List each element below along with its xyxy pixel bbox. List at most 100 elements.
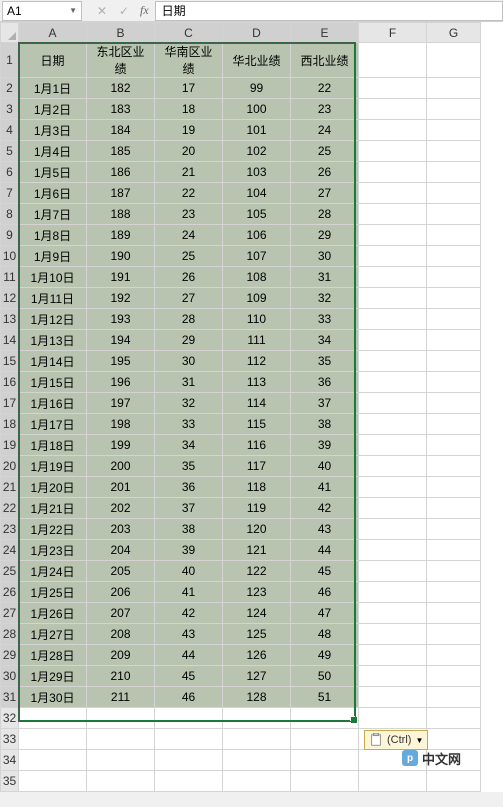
cell[interactable]: 49 xyxy=(291,645,359,666)
cell[interactable] xyxy=(427,267,481,288)
cell[interactable]: 26 xyxy=(155,267,223,288)
cell[interactable]: 1月22日 xyxy=(19,519,87,540)
cell[interactable] xyxy=(427,666,481,687)
cell[interactable]: 23 xyxy=(291,99,359,120)
cell[interactable] xyxy=(427,225,481,246)
cell[interactable]: 45 xyxy=(291,561,359,582)
cell[interactable]: 199 xyxy=(87,435,155,456)
cell[interactable]: 18 xyxy=(155,99,223,120)
row-header[interactable]: 24 xyxy=(1,540,19,561)
cell[interactable] xyxy=(427,309,481,330)
cell[interactable]: 37 xyxy=(155,498,223,519)
cell[interactable] xyxy=(19,750,87,771)
cell[interactable] xyxy=(427,561,481,582)
cell[interactable]: 187 xyxy=(87,183,155,204)
name-box[interactable]: A1 ▼ xyxy=(2,1,82,21)
cell[interactable]: 43 xyxy=(291,519,359,540)
cell[interactable]: 186 xyxy=(87,162,155,183)
cell[interactable] xyxy=(359,498,427,519)
cell[interactable] xyxy=(359,43,427,78)
cell[interactable] xyxy=(359,624,427,645)
select-all-corner[interactable] xyxy=(1,23,19,43)
cell[interactable]: 32 xyxy=(155,393,223,414)
cell[interactable] xyxy=(87,729,155,750)
cell[interactable]: 111 xyxy=(223,330,291,351)
cell[interactable]: 103 xyxy=(223,162,291,183)
cell[interactable] xyxy=(427,771,481,792)
cell[interactable]: 27 xyxy=(291,183,359,204)
cell[interactable]: 40 xyxy=(291,456,359,477)
cell[interactable]: 39 xyxy=(291,435,359,456)
cell[interactable] xyxy=(427,141,481,162)
cell[interactable]: 1月16日 xyxy=(19,393,87,414)
cell[interactable]: 1月2日 xyxy=(19,99,87,120)
cell[interactable]: 1月4日 xyxy=(19,141,87,162)
row-header[interactable]: 14 xyxy=(1,330,19,351)
row-header[interactable]: 30 xyxy=(1,666,19,687)
cell[interactable] xyxy=(427,435,481,456)
cell[interactable] xyxy=(359,351,427,372)
cell[interactable]: 127 xyxy=(223,666,291,687)
cell[interactable]: 101 xyxy=(223,120,291,141)
cell[interactable]: 华北业绩 xyxy=(223,43,291,78)
cell[interactable]: 1月30日 xyxy=(19,687,87,708)
row-header[interactable]: 12 xyxy=(1,288,19,309)
cell[interactable]: 182 xyxy=(87,78,155,99)
cell[interactable]: 1月3日 xyxy=(19,120,87,141)
cell[interactable]: 208 xyxy=(87,624,155,645)
column-header-F[interactable]: F xyxy=(359,23,427,43)
row-header[interactable]: 32 xyxy=(1,708,19,729)
cell[interactable] xyxy=(359,435,427,456)
cell[interactable]: 28 xyxy=(155,309,223,330)
cell[interactable]: 1月24日 xyxy=(19,561,87,582)
cell[interactable]: 29 xyxy=(291,225,359,246)
cell[interactable]: 196 xyxy=(87,372,155,393)
cell[interactable] xyxy=(19,729,87,750)
cell[interactable] xyxy=(87,708,155,729)
spreadsheet-grid[interactable]: ABCDEFG1日期东北区业绩华南区业绩华北业绩西北业绩21月1日1821799… xyxy=(0,22,503,792)
cell[interactable] xyxy=(359,477,427,498)
cell[interactable]: 184 xyxy=(87,120,155,141)
cell[interactable] xyxy=(427,477,481,498)
cell[interactable]: 1月27日 xyxy=(19,624,87,645)
cell[interactable]: 1月8日 xyxy=(19,225,87,246)
cell[interactable] xyxy=(427,540,481,561)
cell[interactable] xyxy=(359,288,427,309)
cell[interactable]: 198 xyxy=(87,414,155,435)
row-header[interactable]: 5 xyxy=(1,141,19,162)
cell[interactable]: 45 xyxy=(155,666,223,687)
cell[interactable]: 104 xyxy=(223,183,291,204)
cell[interactable] xyxy=(87,771,155,792)
row-header[interactable]: 3 xyxy=(1,99,19,120)
cell[interactable] xyxy=(427,120,481,141)
cell[interactable] xyxy=(359,666,427,687)
cell[interactable]: 42 xyxy=(291,498,359,519)
cell[interactable] xyxy=(291,708,359,729)
cell[interactable] xyxy=(427,99,481,120)
column-header-D[interactable]: D xyxy=(223,23,291,43)
cell[interactable]: 1月10日 xyxy=(19,267,87,288)
cell[interactable] xyxy=(359,414,427,435)
cell[interactable]: 25 xyxy=(155,246,223,267)
cell[interactable] xyxy=(359,771,427,792)
cell[interactable] xyxy=(359,687,427,708)
cell[interactable]: 201 xyxy=(87,477,155,498)
cell[interactable]: 22 xyxy=(155,183,223,204)
row-header[interactable]: 11 xyxy=(1,267,19,288)
cell[interactable] xyxy=(427,393,481,414)
cell[interactable] xyxy=(427,246,481,267)
cell[interactable]: 122 xyxy=(223,561,291,582)
cell[interactable]: 99 xyxy=(223,78,291,99)
cell[interactable]: 115 xyxy=(223,414,291,435)
cell[interactable]: 39 xyxy=(155,540,223,561)
cell[interactable]: 1月5日 xyxy=(19,162,87,183)
cell[interactable]: 110 xyxy=(223,309,291,330)
cell[interactable]: 189 xyxy=(87,225,155,246)
row-header[interactable]: 16 xyxy=(1,372,19,393)
cell[interactable]: 206 xyxy=(87,582,155,603)
cell[interactable] xyxy=(359,99,427,120)
cell[interactable]: 44 xyxy=(291,540,359,561)
cell[interactable]: 1月29日 xyxy=(19,666,87,687)
cell[interactable]: 107 xyxy=(223,246,291,267)
cell[interactable] xyxy=(19,708,87,729)
